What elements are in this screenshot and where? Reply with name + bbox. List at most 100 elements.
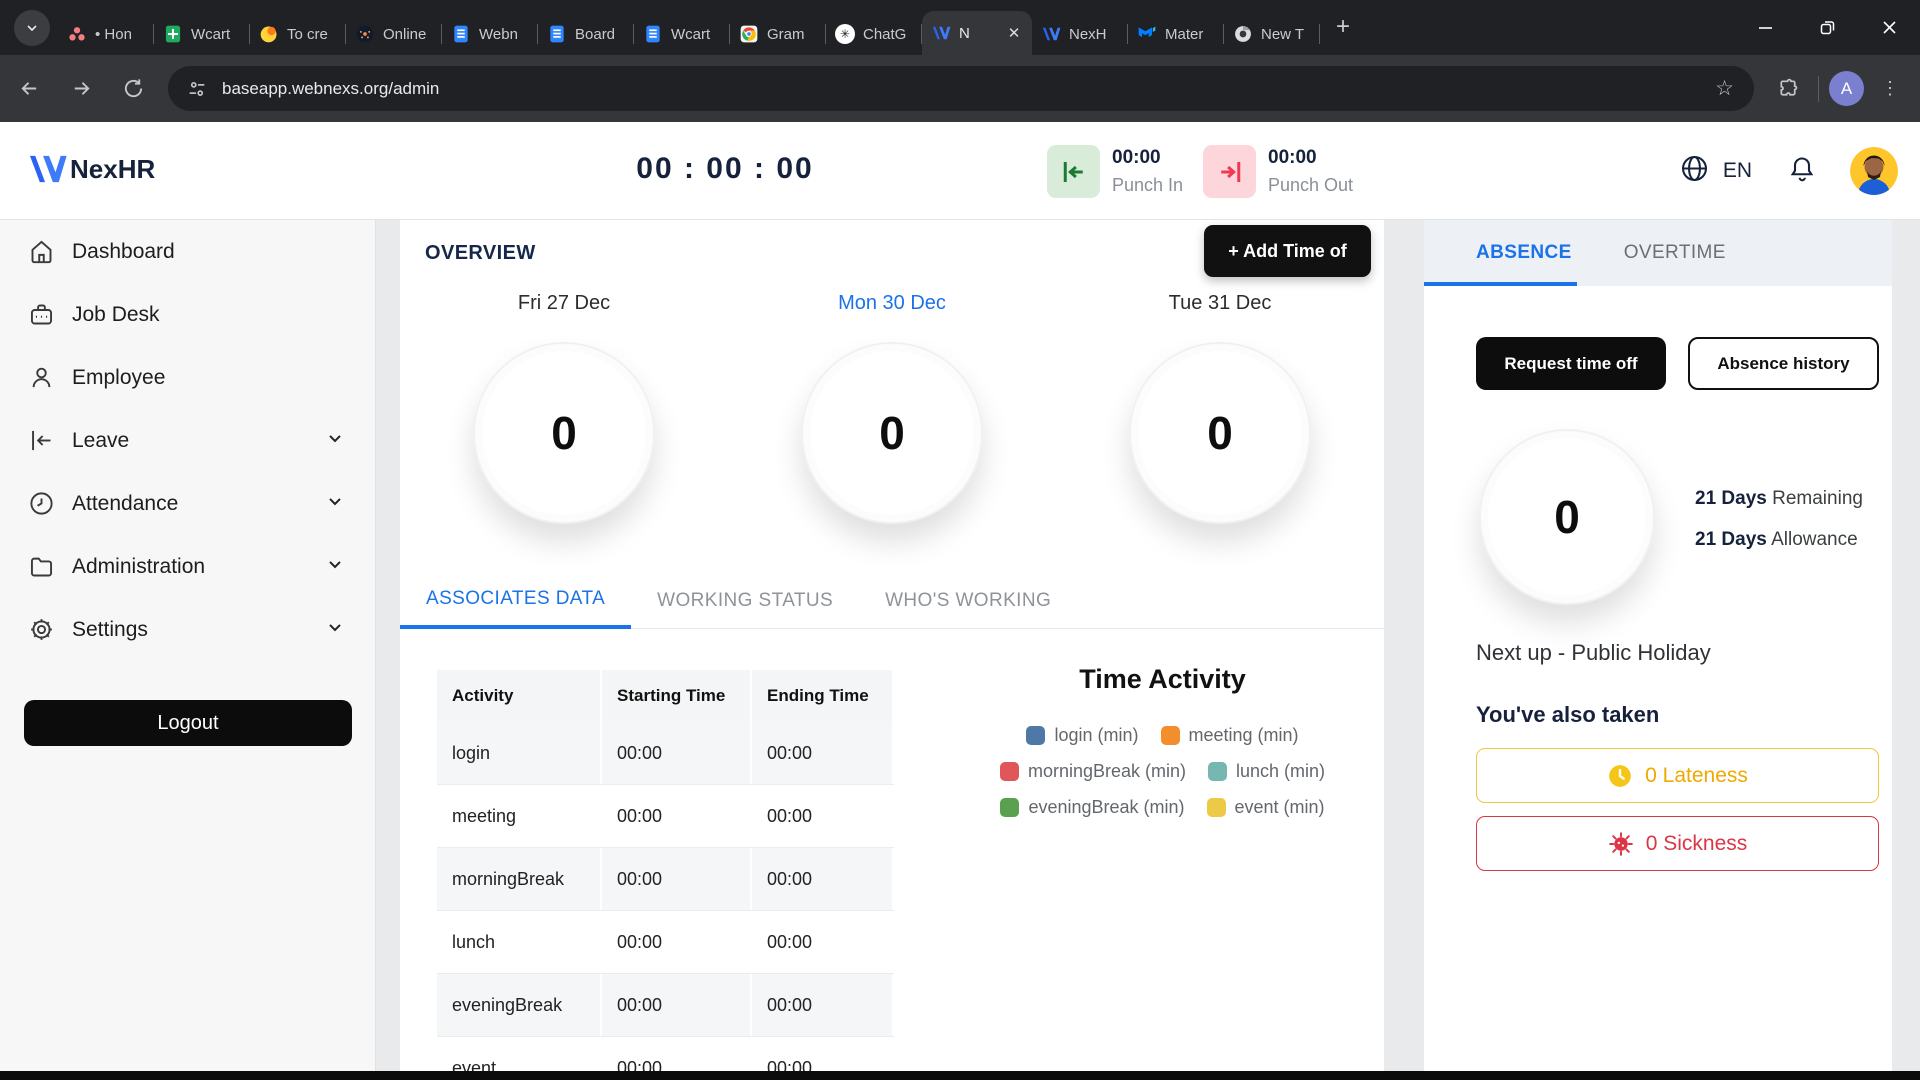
day-counter-circle: 0	[1129, 342, 1311, 524]
sickness-button[interactable]: 0 Sickness	[1476, 816, 1879, 871]
browser-tab-asana[interactable]: • Hon	[58, 13, 154, 55]
minimize-button[interactable]	[1734, 0, 1796, 55]
tab-title: To cre	[287, 26, 337, 43]
browser-profile-avatar[interactable]: A	[1829, 71, 1864, 106]
browser-tab-gram[interactable]: Gram	[730, 13, 826, 55]
browser-menu-icon[interactable]: ⋮	[1870, 69, 1910, 109]
tab-title: • Hon	[95, 26, 145, 43]
close-window-button[interactable]	[1858, 0, 1920, 55]
browser-tab-nexhr[interactable]: NexH	[1032, 13, 1128, 55]
punch-out-time: 00:00	[1268, 147, 1353, 169]
sidebar-item-dashboard[interactable]: Dashboard	[0, 220, 375, 283]
cell-end: 00:00	[752, 722, 894, 784]
table-row[interactable]: eveningBreak 00:00 00:00	[437, 974, 894, 1037]
day-counter-circle: 0	[473, 342, 655, 524]
table-row[interactable]: lunch 00:00 00:00	[437, 911, 894, 974]
toolbar-divider	[1818, 76, 1819, 102]
tab-search-button[interactable]	[14, 10, 50, 46]
address-bar[interactable]: baseapp.webnexs.org/admin ☆	[168, 66, 1754, 111]
restore-button[interactable]	[1796, 0, 1858, 55]
sidebar-item-job-desk[interactable]: Job Desk	[0, 283, 375, 346]
browser-tab-material[interactable]: Mater	[1128, 13, 1224, 55]
day-counter-value: 0	[551, 406, 577, 460]
legend-item[interactable]: lunch (min)	[1208, 761, 1325, 782]
tab-close-icon[interactable]: ✕	[1005, 24, 1023, 42]
add-time-off-button[interactable]: + Add Time of	[1204, 225, 1371, 277]
tab-title: Mater	[1165, 26, 1215, 43]
legend-item[interactable]: eveningBreak (min)	[1000, 797, 1184, 818]
day-date[interactable]: Tue 31 Dec	[1169, 292, 1272, 315]
extensions-icon[interactable]	[1768, 69, 1808, 109]
new-tab-button[interactable]: +	[1326, 10, 1360, 44]
punch-out-icon	[1215, 157, 1245, 187]
day-column: Tue 31 Dec 0	[1056, 292, 1384, 524]
forward-button[interactable]	[58, 66, 104, 112]
sidebar-item-administration[interactable]: Administration	[0, 535, 375, 598]
next-up-text: Next up - Public Holiday	[1476, 640, 1711, 666]
url-text[interactable]: baseapp.webnexs.org/admin	[222, 79, 1709, 99]
days-allowance-value: 21 Days	[1695, 529, 1767, 550]
legend-item[interactable]: meeting (min)	[1161, 725, 1299, 746]
absence-history-button[interactable]: Absence history	[1688, 337, 1879, 390]
bookmark-star-icon[interactable]: ☆	[1709, 76, 1740, 101]
legend-swatch	[1207, 798, 1226, 817]
cell-start: 00:00	[602, 1037, 752, 1071]
browser-tabs: • Hon Wcart To cre Online Webn Board Wca…	[58, 0, 1320, 55]
table-row[interactable]: login 00:00 00:00	[437, 722, 894, 785]
globe-icon[interactable]	[1680, 154, 1709, 188]
table-header-row: Activity Starting Time Ending Time	[437, 670, 894, 722]
cell-end: 00:00	[752, 1037, 894, 1071]
browser-tab-nexhr-active[interactable]: N ✕	[922, 11, 1032, 55]
browser-tab-chatgpt[interactable]: ✳ ChatG	[826, 13, 922, 55]
language-selector[interactable]: EN	[1723, 159, 1752, 183]
site-info-icon[interactable]	[182, 74, 212, 104]
table-row[interactable]: meeting 00:00 00:00	[437, 785, 894, 848]
sidebar-item-attendance[interactable]: Attendance	[0, 472, 375, 535]
punch-out-label: Punch Out	[1268, 175, 1353, 196]
punch-out-button[interactable]	[1203, 145, 1256, 198]
sidebar-item-leave[interactable]: Leave	[0, 409, 375, 472]
gear-icon	[26, 615, 56, 645]
legend-item[interactable]: event (min)	[1207, 797, 1325, 818]
legend-item[interactable]: login (min)	[1026, 725, 1138, 746]
browser-tab-online[interactable]: Online	[346, 13, 442, 55]
table-row[interactable]: event 00:00 00:00	[437, 1037, 894, 1071]
legend-item[interactable]: morningBreak (min)	[1000, 761, 1186, 782]
request-time-off-button[interactable]: Request time off	[1476, 337, 1666, 390]
window-controls	[1734, 0, 1920, 55]
punch-in-button[interactable]	[1047, 145, 1100, 198]
brand-logo[interactable]: NexHR	[26, 152, 155, 186]
tab-title: New T	[1261, 26, 1311, 43]
avatar-illustration	[1850, 147, 1898, 195]
table-row[interactable]: morningBreak 00:00 00:00	[437, 848, 894, 911]
day-date-active[interactable]: Mon 30 Dec	[838, 292, 946, 315]
sun-icon	[259, 24, 279, 44]
browser-tab-new[interactable]: New T	[1224, 13, 1320, 55]
browser-tab-board[interactable]: Board	[538, 13, 634, 55]
browser-tab-wcart-sheet[interactable]: Wcart	[154, 13, 250, 55]
cell-end: 00:00	[752, 785, 894, 847]
browser-tab-to-create[interactable]: To cre	[250, 13, 346, 55]
lateness-button[interactable]: 0 Lateness	[1476, 748, 1879, 803]
user-avatar[interactable]	[1850, 147, 1898, 195]
sidebar-item-settings[interactable]: Settings	[0, 598, 375, 661]
back-button[interactable]	[6, 66, 52, 112]
legend-label: lunch (min)	[1236, 761, 1325, 782]
day-date[interactable]: Fri 27 Dec	[518, 292, 610, 315]
tab-title: Board	[575, 26, 625, 43]
sickness-label: 0 Sickness	[1646, 832, 1748, 856]
active-tab-underline	[1424, 282, 1577, 286]
tab-working-status[interactable]: WORKING STATUS	[631, 572, 859, 629]
sidebar-item-label: Leave	[72, 429, 129, 453]
tab-overtime[interactable]: OVERTIME	[1598, 242, 1752, 264]
browser-tab-webn[interactable]: Webn	[442, 13, 538, 55]
orbit-icon	[355, 24, 375, 44]
sidebar-item-employee[interactable]: Employee	[0, 346, 375, 409]
browser-tab-wcart-doc[interactable]: Wcart	[634, 13, 730, 55]
tab-associates-data[interactable]: ASSOCIATES DATA	[400, 572, 631, 629]
tab-absence[interactable]: ABSENCE	[1424, 242, 1598, 264]
logout-button[interactable]: Logout	[24, 700, 352, 746]
reload-button[interactable]	[110, 66, 156, 112]
tab-whos-working[interactable]: WHO'S WORKING	[859, 572, 1077, 629]
notification-bell-icon[interactable]	[1788, 155, 1816, 188]
